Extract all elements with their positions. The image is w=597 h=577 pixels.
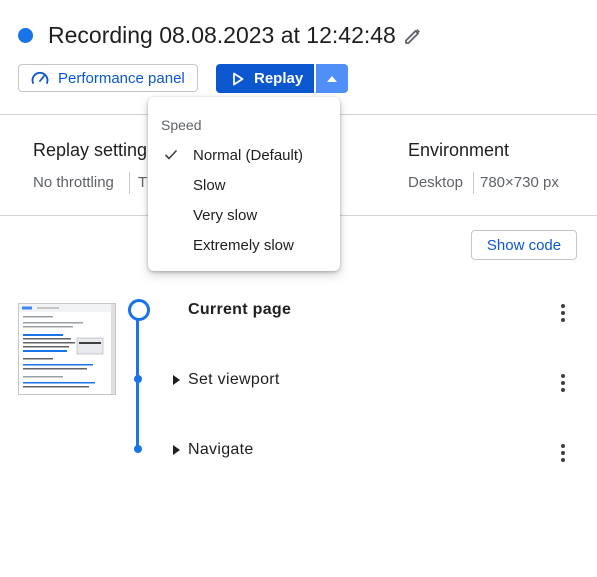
speed-option-label: Extremely slow xyxy=(193,236,294,254)
settings-separator xyxy=(129,172,130,194)
performance-panel-label: Performance panel xyxy=(58,69,185,87)
play-icon xyxy=(232,72,244,86)
timeline-node xyxy=(134,445,142,453)
throttling-value[interactable]: No throttling xyxy=(33,174,114,191)
more-vertical-icon[interactable] xyxy=(558,444,568,462)
speed-option-slow[interactable]: Slow xyxy=(148,170,340,200)
timeline-node xyxy=(134,375,142,383)
step-title[interactable]: Current page xyxy=(188,301,291,319)
environment-title: Environment xyxy=(408,140,510,160)
device-value: Desktop xyxy=(408,174,464,191)
replay-settings-title: Replay setting xyxy=(33,140,148,160)
speed-menu-header: Speed xyxy=(161,117,202,133)
speed-option-label: Slow xyxy=(193,176,226,194)
viewport-value: 780×730 px xyxy=(480,174,559,191)
speed-option-label: Very slow xyxy=(193,206,258,224)
show-code-button[interactable]: Show code xyxy=(471,230,577,260)
recording-status-dot xyxy=(18,28,33,43)
recording-title: Recording 08.08.2023 at 12:42:48 xyxy=(48,22,396,48)
speed-option-label: Normal (Default) xyxy=(193,146,304,164)
step-title[interactable]: Navigate xyxy=(188,441,254,459)
caret-up-icon xyxy=(326,75,338,83)
replay-button[interactable]: Replay xyxy=(216,64,314,93)
timeline-line xyxy=(136,318,139,449)
speed-menu: Speed Normal (Default) Slow Very slow Ex… xyxy=(148,97,340,271)
timeout-value[interactable]: T xyxy=(138,174,147,191)
speed-option-very-slow[interactable]: Very slow xyxy=(148,200,340,230)
check-icon xyxy=(148,149,193,161)
triangle-right-icon[interactable] xyxy=(173,445,180,455)
performance-panel-button[interactable]: Performance panel xyxy=(18,64,198,92)
replay-label: Replay xyxy=(254,70,304,87)
more-vertical-icon[interactable] xyxy=(558,304,568,322)
pencil-icon[interactable] xyxy=(402,25,424,47)
environment-separator xyxy=(473,172,474,194)
step-title[interactable]: Set viewport xyxy=(188,371,280,389)
timeline-start-node xyxy=(128,299,150,321)
replay-speed-toggle[interactable] xyxy=(316,64,348,93)
show-code-label: Show code xyxy=(486,236,562,254)
speed-option-extremely-slow[interactable]: Extremely slow xyxy=(148,230,340,260)
speed-option-normal[interactable]: Normal (Default) xyxy=(148,140,340,170)
gauge-icon xyxy=(30,70,50,86)
more-vertical-icon[interactable] xyxy=(558,374,568,392)
triangle-right-icon[interactable] xyxy=(173,375,180,385)
page-screenshot-thumbnail xyxy=(18,303,116,395)
